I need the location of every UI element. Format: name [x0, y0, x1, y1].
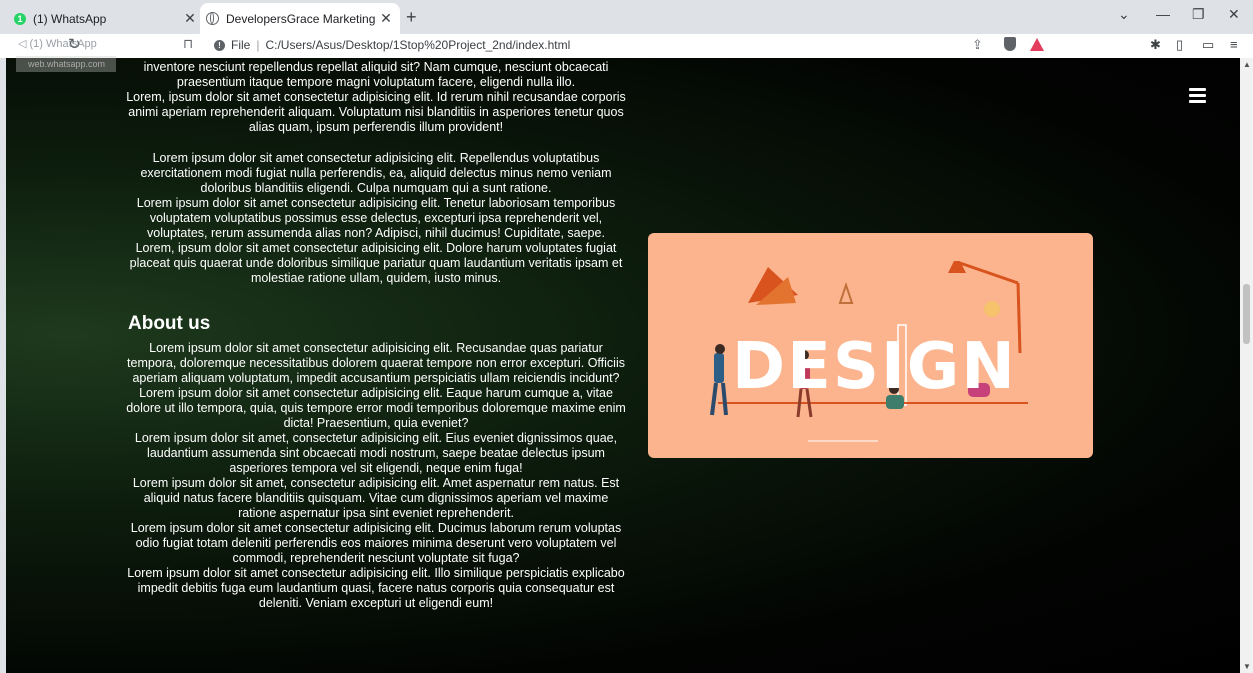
paragraph: Lorem ipsum dolor sit amet, consectetur … [134, 431, 618, 475]
page-viewport: inventore nesciunt repellendus repellat … [6, 58, 1240, 673]
scheme-label: File [231, 38, 251, 52]
back-forward-ghost: ◁ (1) WhatsApp [18, 38, 97, 50]
about-heading: About us [128, 313, 211, 334]
paragraph: Lorem ipsum dolor sit amet consectetur a… [127, 566, 625, 610]
tab-search-icon[interactable]: ⌄ [1118, 6, 1130, 23]
restore-button[interactable]: ❐ [1192, 6, 1205, 23]
close-tab-icon[interactable]: ✕ [182, 10, 198, 27]
minimize-button[interactable]: — [1156, 6, 1170, 22]
browser-toolbar: ◁ (1) WhatsApp ↻ ⊓ ! File | C:/Users/Asu… [0, 34, 1253, 59]
design-word: DESIGN [732, 330, 1017, 404]
paragraph: Lorem ipsum dolor sit amet consectetur a… [130, 521, 622, 565]
tab-title: (1) WhatsApp [33, 11, 107, 26]
wallet-icon[interactable]: ▭ [1202, 37, 1214, 53]
paragraph: Lorem, ipsum dolor sit amet consectetur … [126, 90, 626, 134]
globe-icon [206, 12, 219, 25]
page-scrollbar[interactable]: ▲ ▼ [1240, 58, 1253, 673]
paragraph: Lorem, ipsum dolor sit amet consectetur … [129, 241, 623, 285]
url-text[interactable]: C:/Users/Asus/Desktop/1Stop%20Project_2n… [265, 38, 570, 52]
design-illustration: DESIGN [648, 233, 1093, 458]
sidebar-icon[interactable]: ▯ [1176, 37, 1183, 53]
whatsapp-badge-icon: 1 [14, 12, 26, 25]
hamburger-menu-icon[interactable] [1189, 88, 1206, 106]
info-icon[interactable]: ! [214, 39, 225, 51]
scroll-up-icon[interactable]: ▲ [1243, 60, 1251, 69]
main-content: inventore nesciunt repellendus repellat … [124, 60, 628, 611]
new-tab-button[interactable]: + [406, 7, 417, 28]
menu-icon[interactable]: ≡ [1230, 37, 1238, 52]
close-window-button[interactable]: ✕ [1228, 6, 1240, 23]
tab-whatsapp[interactable]: 1 (1) WhatsApp ✕ [8, 3, 204, 34]
tab-strip: 1 (1) WhatsApp ✕ DevelopersGrace Marketi… [0, 0, 1253, 34]
paragraph: Lorem ipsum dolor sit amet consectetur a… [126, 386, 626, 430]
tab-developersgrace[interactable]: DevelopersGrace Marketing and I ✕ [200, 3, 400, 34]
scroll-down-icon[interactable]: ▼ [1243, 662, 1251, 671]
tab-title: DevelopersGrace Marketing and I [226, 11, 378, 26]
paragraph: Lorem ipsum dolor sit amet consectetur a… [127, 341, 625, 385]
brave-rewards-icon[interactable] [1030, 38, 1044, 51]
separator: | [256, 38, 260, 52]
brave-shield-icon[interactable] [1004, 37, 1016, 51]
paragraph: Lorem ipsum dolor sit amet consectetur a… [136, 196, 616, 240]
extensions-icon[interactable]: ✱ [1150, 37, 1161, 53]
paragraph: inventore nesciunt repellendus repellat … [143, 60, 609, 89]
reload-icon[interactable]: ↻ [68, 35, 81, 53]
paragraph: Lorem ipsum dolor sit amet, consectetur … [132, 476, 620, 520]
bookmark-icon[interactable]: ⊓ [183, 36, 193, 52]
close-tab-icon[interactable]: ✕ [378, 10, 394, 27]
share-icon[interactable]: ⇪ [972, 37, 983, 53]
link-tooltip: web.whatsapp.com [16, 56, 116, 72]
scroll-thumb[interactable] [1243, 284, 1250, 344]
address-bar[interactable]: ! File | C:/Users/Asus/Desktop/1Stop%20P… [206, 34, 1046, 56]
paragraph: Lorem ipsum dolor sit amet consectetur a… [140, 151, 612, 195]
